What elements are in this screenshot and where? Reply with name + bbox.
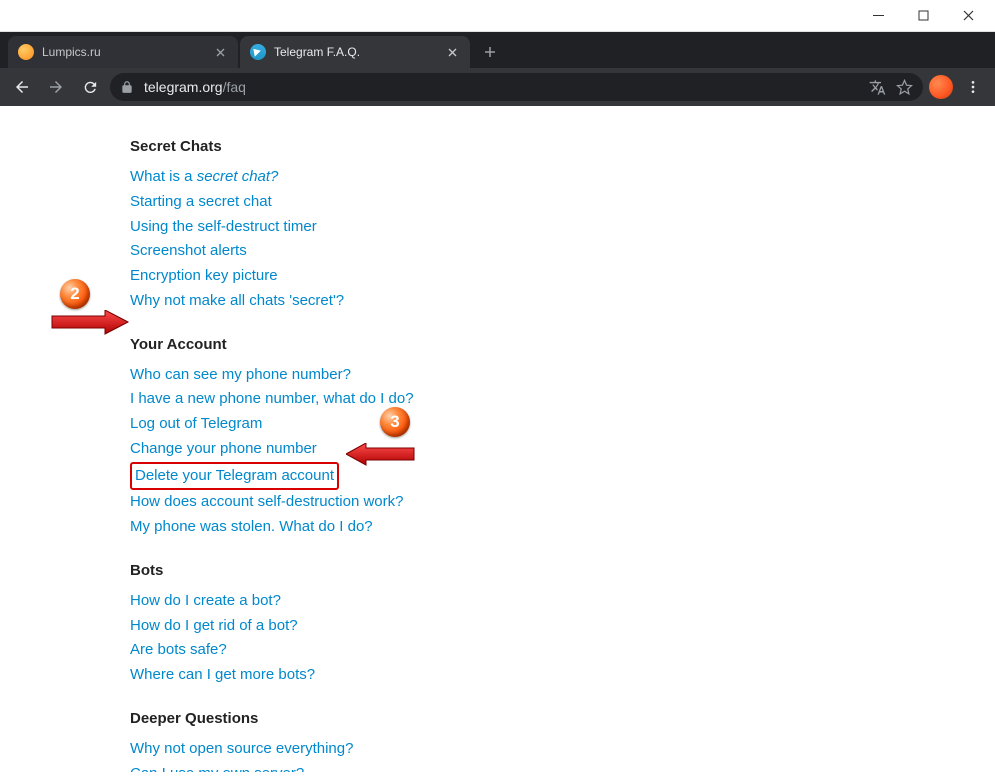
browser-tab-strip: Lumpics.ru Telegram F.A.Q. xyxy=(0,32,995,68)
address-bar[interactable]: telegram.org/faq xyxy=(110,73,923,101)
highlighted-link-box: Delete your Telegram account xyxy=(130,462,339,491)
tab-title: Lumpics.ru xyxy=(42,45,204,59)
window-titlebar xyxy=(0,0,995,32)
browser-tab-lumpics[interactable]: Lumpics.ru xyxy=(8,36,238,68)
faq-page-content: Secret Chats What is a secret chat? Star… xyxy=(30,106,965,772)
faq-link[interactable]: Screenshot alerts xyxy=(130,239,247,264)
faq-link[interactable]: Where can I get more bots? xyxy=(130,663,315,688)
window-close-button[interactable] xyxy=(946,1,991,31)
faq-link[interactable]: Log out of Telegram xyxy=(130,412,262,437)
faq-link[interactable]: How do I get rid of a bot? xyxy=(130,614,298,639)
faq-link[interactable]: Why not make all chats 'secret'? xyxy=(130,289,344,314)
favicon-icon xyxy=(250,44,266,60)
tab-title: Telegram F.A.Q. xyxy=(274,45,436,59)
forward-button[interactable] xyxy=(42,73,70,101)
section-heading: Secret Chats xyxy=(130,138,965,155)
back-button[interactable] xyxy=(8,73,36,101)
section-bots: Bots How do I create a bot? How do I get… xyxy=(130,562,965,688)
profile-avatar[interactable] xyxy=(929,75,953,99)
bookmark-star-icon[interactable] xyxy=(896,79,913,96)
url-text: telegram.org/faq xyxy=(144,79,246,95)
section-your-account: Your Account Who can see my phone number… xyxy=(130,336,965,540)
window-maximize-button[interactable] xyxy=(901,1,946,31)
translate-icon[interactable] xyxy=(869,79,886,96)
lock-icon xyxy=(120,80,134,94)
annotation-marker-3: 3 xyxy=(380,407,410,437)
browser-tab-telegram-faq[interactable]: Telegram F.A.Q. xyxy=(240,36,470,68)
faq-link[interactable]: Why not open source everything? xyxy=(130,737,353,762)
faq-link[interactable]: Starting a secret chat xyxy=(130,190,272,215)
faq-link[interactable]: How does account self-destruction work? xyxy=(130,490,403,515)
section-secret-chats: Secret Chats What is a secret chat? Star… xyxy=(130,138,965,314)
faq-link[interactable]: Encryption key picture xyxy=(130,264,278,289)
faq-link[interactable]: My phone was stolen. What do I do? xyxy=(130,515,373,540)
faq-link[interactable]: How do I create a bot? xyxy=(130,589,281,614)
faq-link[interactable]: Who can see my phone number? xyxy=(130,363,351,388)
page-viewport: Secret Chats What is a secret chat? Star… xyxy=(30,106,965,772)
new-tab-button[interactable] xyxy=(476,38,504,66)
section-deeper-questions: Deeper Questions Why not open source eve… xyxy=(130,710,965,772)
faq-link[interactable]: Change your phone number xyxy=(130,437,317,462)
browser-toolbar: telegram.org/faq xyxy=(0,68,995,106)
close-icon[interactable] xyxy=(212,44,228,60)
faq-link[interactable]: I have a new phone number, what do I do? xyxy=(130,387,414,412)
close-icon[interactable] xyxy=(444,44,460,60)
annotation-arrow-icon xyxy=(50,310,130,340)
browser-menu-button[interactable] xyxy=(959,73,987,101)
annotation-marker-2: 2 xyxy=(60,279,90,309)
section-heading: Bots xyxy=(130,562,965,579)
faq-link-delete-account[interactable]: Delete your Telegram account xyxy=(135,467,334,484)
window-minimize-button[interactable] xyxy=(856,1,901,31)
faq-link[interactable]: What is a secret chat? xyxy=(130,165,278,190)
favicon-icon xyxy=(18,44,34,60)
faq-link[interactable]: Are bots safe? xyxy=(130,638,227,663)
section-heading: Your Account xyxy=(130,336,965,353)
faq-link[interactable]: Using the self-destruct timer xyxy=(130,215,317,240)
faq-link-partial[interactable]: Can I use my own server? xyxy=(130,765,304,773)
section-heading: Deeper Questions xyxy=(130,710,965,727)
reload-button[interactable] xyxy=(76,73,104,101)
annotation-arrow-icon xyxy=(346,443,416,469)
